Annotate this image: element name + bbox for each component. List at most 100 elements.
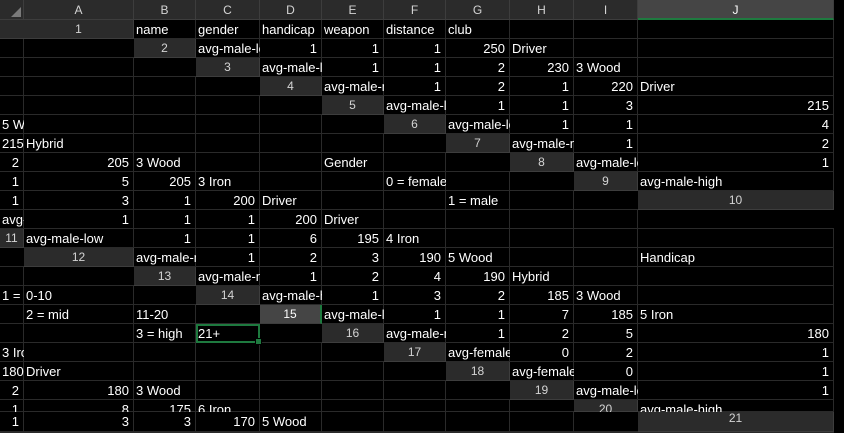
row-header-19[interactable]: 19 (510, 381, 574, 400)
cell-filler[interactable] (510, 172, 574, 191)
cell-g7[interactable] (196, 153, 260, 172)
cell-d12[interactable]: 3 (322, 248, 384, 267)
cell-j2[interactable] (24, 58, 134, 77)
row-header-16[interactable]: 16 (322, 324, 384, 343)
cell-h9[interactable] (384, 191, 446, 210)
cell-filler[interactable] (24, 39, 134, 58)
cell-d2[interactable]: 1 (384, 39, 446, 58)
cell-g3[interactable] (638, 58, 834, 77)
cell-g19[interactable] (260, 400, 322, 412)
cell-c2[interactable]: 1 (322, 39, 384, 58)
cell-e4[interactable]: 220 (574, 77, 638, 96)
cell-filler[interactable] (510, 400, 574, 412)
cell-f10[interactable]: Driver (322, 210, 384, 229)
cell-i17[interactable] (260, 362, 322, 381)
cell-e20[interactable]: 170 (196, 412, 260, 432)
cell-f15[interactable]: 5 Iron (638, 305, 834, 324)
cell-i1[interactable] (638, 20, 834, 39)
cell-j3[interactable] (134, 77, 196, 96)
cell-f19[interactable]: 6 Iron (196, 400, 260, 417)
cell-filler[interactable] (574, 412, 638, 432)
cell-f8[interactable]: 3 Iron (196, 172, 260, 191)
cell-e7[interactable]: 205 (24, 153, 134, 172)
cell-i9[interactable]: 1 = male (446, 191, 510, 210)
cell-b7[interactable]: 1 (574, 134, 638, 153)
column-header-i[interactable]: I (574, 0, 638, 20)
cell-filler[interactable] (384, 362, 446, 381)
cell-i20[interactable] (446, 412, 510, 432)
cell-i19[interactable] (384, 400, 446, 412)
cell-c6[interactable]: 1 (574, 115, 638, 134)
cell-j14[interactable]: 11-20 (134, 305, 196, 324)
cell-i18[interactable] (322, 381, 384, 400)
cell-g20[interactable] (322, 412, 384, 432)
cell-filler[interactable] (0, 248, 24, 267)
cell-filler[interactable] (134, 286, 196, 305)
cell-g16[interactable] (24, 343, 134, 362)
cell-e15[interactable]: 185 (574, 305, 638, 324)
cell-j19[interactable] (446, 400, 510, 412)
cell-d18[interactable]: 2 (0, 381, 24, 400)
row-header-9[interactable]: 9 (574, 172, 638, 191)
cell-h7[interactable] (260, 153, 322, 172)
cell-h5[interactable] (134, 115, 196, 134)
cell-g14[interactable] (638, 286, 834, 305)
cell-d14[interactable]: 2 (446, 286, 510, 305)
cell-c8[interactable]: 1 (0, 172, 24, 191)
cell-c4[interactable]: 2 (446, 77, 510, 96)
cell-e1[interactable]: distance (384, 20, 446, 39)
cell-filler[interactable] (134, 58, 196, 77)
cell-e5[interactable]: 215 (638, 96, 834, 115)
cell-f2[interactable]: Driver (510, 39, 574, 58)
cell-f3[interactable]: 3 Wood (574, 58, 638, 77)
row-header-7[interactable]: 7 (446, 134, 510, 153)
column-header-g[interactable]: G (446, 0, 510, 20)
cell-e13[interactable]: 190 (446, 267, 510, 286)
cell-a1[interactable]: name (134, 20, 196, 39)
cell-filler[interactable] (384, 134, 446, 153)
cell-b10[interactable]: 1 (24, 210, 134, 229)
cell-d16[interactable]: 5 (574, 324, 638, 343)
cell-e17[interactable]: 180 (0, 362, 24, 381)
cell-c20[interactable]: 3 (24, 412, 134, 432)
cell-b14[interactable]: 1 (322, 286, 384, 305)
cell-a14[interactable]: avg-male-high (260, 286, 344, 305)
cell-d1[interactable]: weapon (322, 20, 384, 39)
cell-d19[interactable]: 8 (24, 400, 134, 417)
cell-f17[interactable]: Driver (24, 362, 134, 381)
cell-c13[interactable]: 2 (322, 267, 384, 286)
cell-filler[interactable] (322, 115, 384, 134)
cell-i10[interactable] (510, 210, 574, 229)
cell-b11[interactable]: 1 (134, 229, 196, 248)
cell-a2[interactable]: avg-male-low (196, 39, 275, 58)
cell-j11[interactable] (638, 229, 834, 248)
cell-j4[interactable] (196, 96, 260, 115)
cell-d4[interactable]: 1 (510, 77, 574, 96)
cell-g17[interactable] (134, 362, 196, 381)
cell-c17[interactable]: 2 (574, 343, 638, 362)
cell-d9[interactable]: 1 (134, 191, 196, 210)
cell-a18[interactable]: avg-female-low (510, 362, 600, 381)
cell-g2[interactable] (574, 39, 638, 58)
cell-h19[interactable] (322, 400, 384, 412)
cell-d5[interactable]: 3 (574, 96, 638, 115)
cell-a6[interactable]: avg-male-low (446, 115, 525, 134)
cell-f11[interactable]: 4 Iron (384, 229, 446, 248)
cell-h4[interactable] (24, 96, 134, 115)
cell-e9[interactable]: 200 (196, 191, 260, 210)
select-all-corner[interactable] (0, 0, 24, 20)
cell-e3[interactable]: 230 (510, 58, 574, 77)
row-header-3[interactable]: 3 (196, 58, 260, 77)
column-header-h[interactable]: H (510, 0, 574, 20)
row-header-14[interactable]: 14 (196, 286, 260, 305)
row-header-15[interactable]: 15 (260, 305, 322, 324)
cell-j1[interactable] (0, 39, 24, 58)
cell-b1[interactable]: gender (196, 20, 260, 39)
cell-filler[interactable] (638, 210, 834, 229)
cell-j17[interactable] (322, 362, 384, 381)
cell-h10[interactable] (446, 210, 510, 229)
cell-f13[interactable]: Hybrid (510, 267, 574, 286)
cell-j15[interactable]: 21+ (196, 324, 262, 345)
cell-j8[interactable] (446, 172, 510, 191)
cell-h12[interactable] (574, 248, 638, 267)
